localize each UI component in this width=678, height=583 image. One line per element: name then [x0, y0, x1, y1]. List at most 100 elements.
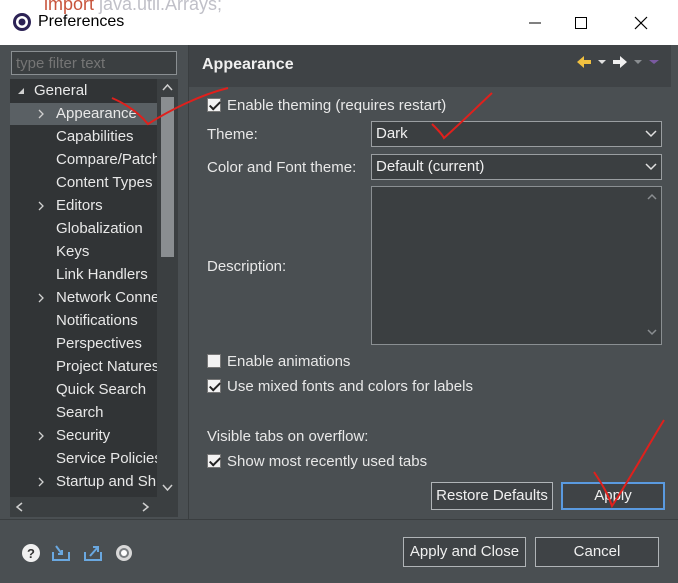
theme-select[interactable]: Dark	[371, 121, 662, 147]
forward-arrow-icon[interactable]	[611, 53, 629, 71]
description-label: Description:	[207, 258, 287, 275]
color-font-theme-label: Color and Font theme:	[207, 159, 357, 176]
color-font-theme-value: Default (current)	[376, 158, 485, 175]
tree-item[interactable]: Project Natures	[10, 356, 160, 378]
tree-item[interactable]: Link Handlers	[10, 264, 157, 286]
tree-item-label: Appearance	[56, 105, 137, 122]
tree-item[interactable]: Editors	[10, 195, 157, 217]
scroll-up-icon[interactable]	[647, 192, 657, 202]
svg-text:?: ?	[27, 546, 35, 561]
enable-theming-check[interactable]	[207, 98, 221, 112]
tree-horizontal-scrollbar[interactable]	[10, 497, 178, 517]
page-title: Appearance	[202, 56, 294, 73]
collapsed-triangle-icon[interactable]	[36, 103, 46, 125]
preference-tree[interactable]: General Appearance Capabilities Compare/Pa…	[10, 79, 178, 497]
tree-item-label: Compare/Patch	[56, 151, 161, 168]
description-scrollbar[interactable]	[643, 187, 661, 344]
show-recent-tabs-checkbox[interactable]: Show most recently used tabs	[207, 453, 427, 470]
back-history-dropdown-icon[interactable]	[597, 53, 607, 71]
apply-and-close-button[interactable]: Apply and Close	[403, 537, 526, 567]
tree-item-label: Perspectives	[56, 335, 142, 352]
filter-input[interactable]	[11, 51, 177, 75]
tree-item-label: Search	[56, 404, 104, 421]
tree-item-label: Editors	[56, 197, 103, 214]
title-bar: import java.util.Arrays; Preferences	[0, 0, 678, 45]
close-icon	[634, 16, 648, 29]
help-icon[interactable]: ?	[20, 542, 42, 564]
show-recent-tabs-check[interactable]	[207, 454, 221, 468]
tree-item-label: Keys	[56, 243, 90, 260]
tree-item-label: Content Types	[56, 174, 153, 191]
tree-item[interactable]: Globalization	[10, 218, 157, 240]
maximize-button[interactable]	[558, 0, 604, 45]
close-button[interactable]	[618, 0, 664, 45]
tree-item-label: Service Policies	[56, 450, 162, 467]
preference-tree-pane: General Appearance Capabilities Compare/Pa…	[8, 45, 184, 519]
chevron-down-icon	[645, 130, 657, 138]
tree-item-label: Quick Search	[56, 381, 147, 398]
tree-item[interactable]: Search	[10, 402, 157, 424]
mixed-fonts-checkbox[interactable]: Use mixed fonts and colors for labels	[207, 378, 473, 395]
tree-item[interactable]: Network Connections	[10, 287, 178, 309]
import-icon[interactable]	[50, 542, 72, 564]
tree-item[interactable]: Perspectives	[10, 333, 157, 355]
dialog-footer: ? Apply and Close Cancel	[0, 519, 678, 583]
expanded-triangle-icon[interactable]	[16, 80, 26, 102]
tree-item[interactable]: Appearance	[10, 103, 157, 125]
show-recent-tabs-label: Show most recently used tabs	[227, 453, 428, 470]
scroll-down-icon[interactable]	[647, 327, 657, 337]
scroll-left-icon[interactable]	[15, 502, 25, 512]
tree-item-general[interactable]: General	[10, 80, 157, 102]
tree-item-label: Globalization	[56, 220, 143, 237]
tree-item[interactable]: Content Types	[10, 172, 157, 194]
collapsed-triangle-icon[interactable]	[36, 195, 46, 217]
back-arrow-icon[interactable]	[575, 53, 593, 71]
tree-item-label: Link Handlers	[56, 266, 148, 283]
tree-vertical-scrollbar[interactable]	[157, 79, 178, 497]
scroll-right-icon[interactable]	[140, 502, 150, 512]
tree-item[interactable]: Capabilities	[10, 126, 157, 148]
maximize-icon	[575, 16, 587, 29]
scroll-up-icon[interactable]	[162, 82, 173, 93]
page-navigation	[575, 53, 661, 71]
tree-item[interactable]: Service Policies	[10, 448, 162, 470]
eclipse-app-icon	[13, 13, 31, 31]
description-textarea[interactable]	[371, 186, 662, 345]
minimize-button[interactable]	[512, 0, 558, 45]
enable-animations-label: Enable animations	[227, 353, 351, 370]
oomph-icon[interactable]	[113, 542, 135, 564]
cancel-button[interactable]: Cancel	[535, 537, 659, 567]
visible-tabs-label: Visible tabs on overflow:	[207, 428, 369, 445]
appearance-page: Appearance Enable theming (requires rest…	[188, 45, 671, 519]
mixed-fonts-check[interactable]	[207, 379, 221, 393]
tree-item[interactable]: Startup and Shutdown	[10, 471, 178, 493]
chevron-down-icon	[645, 163, 657, 171]
tree-item-label: Notifications	[56, 312, 138, 329]
enable-animations-check[interactable]	[207, 354, 221, 368]
collapsed-triangle-icon[interactable]	[36, 425, 46, 447]
tree-item[interactable]: Security	[10, 425, 157, 447]
view-menu-icon[interactable]	[647, 53, 661, 71]
tree-item-label: Capabilities	[56, 128, 134, 145]
color-font-theme-select[interactable]: Default (current)	[371, 154, 662, 180]
minimize-icon	[529, 22, 541, 23]
tree-item[interactable]: Quick Search	[10, 379, 157, 401]
restore-defaults-button[interactable]: Restore Defaults	[431, 482, 553, 510]
tree-item-label: Project Natures	[56, 358, 160, 375]
collapsed-triangle-icon[interactable]	[36, 287, 46, 309]
forward-history-dropdown-icon[interactable]	[633, 53, 643, 71]
scroll-down-icon[interactable]	[162, 482, 173, 493]
export-icon[interactable]	[82, 542, 104, 564]
tree-item[interactable]: Compare/Patch	[10, 149, 161, 171]
theme-label: Theme:	[207, 126, 258, 143]
tree-item[interactable]: Notifications	[10, 310, 157, 332]
scroll-thumb[interactable]	[161, 97, 174, 257]
tree-item[interactable]: Keys	[10, 241, 157, 263]
enable-theming-label: Enable theming (requires restart)	[227, 97, 447, 114]
apply-button[interactable]: Apply	[561, 482, 665, 510]
tree-item-label: General	[34, 82, 88, 99]
collapsed-triangle-icon[interactable]	[36, 471, 46, 493]
theme-select-value: Dark	[376, 125, 408, 142]
enable-animations-checkbox[interactable]: Enable animations	[207, 353, 350, 370]
enable-theming-checkbox[interactable]: Enable theming (requires restart)	[207, 97, 446, 114]
